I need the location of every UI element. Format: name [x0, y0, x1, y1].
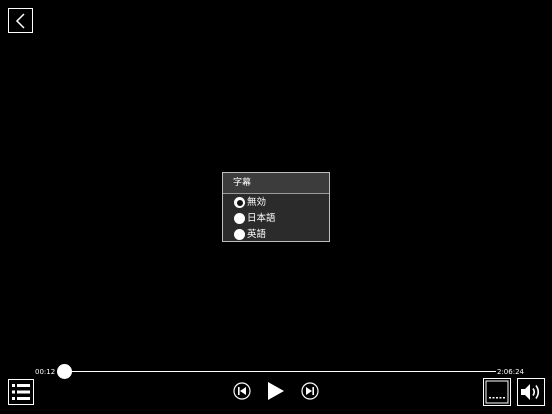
subtitle-option-english[interactable]: 英語: [223, 227, 329, 243]
skip-next-icon: [301, 382, 319, 400]
option-label: 日本語: [247, 213, 276, 224]
option-label: 英語: [247, 229, 267, 240]
subtitles-button[interactable]: [483, 378, 511, 406]
list-icon: [8, 379, 34, 405]
next-button[interactable]: [301, 382, 319, 400]
back-button[interactable]: [8, 8, 33, 33]
volume-icon: [517, 378, 545, 406]
chevron-left-icon: [15, 12, 25, 29]
option-label: 無効: [247, 197, 267, 208]
seek-bar[interactable]: [57, 364, 496, 379]
radio-button[interactable]: [234, 213, 245, 224]
seek-thumb[interactable]: [57, 364, 72, 379]
subtitle-options: 無効 日本語 英語: [223, 194, 329, 243]
time-elapsed: 00:12: [35, 368, 56, 376]
subtitle-option-disabled[interactable]: 無効: [223, 195, 329, 211]
volume-button[interactable]: [517, 378, 545, 406]
dialog-title: 字幕: [223, 173, 329, 194]
subtitles-icon: [483, 378, 511, 406]
time-total: 2:06:24: [497, 368, 524, 376]
play-icon: [268, 382, 284, 400]
skip-previous-icon: [233, 382, 251, 400]
previous-button[interactable]: [233, 382, 251, 400]
radio-button[interactable]: [234, 197, 245, 208]
subtitle-option-japanese[interactable]: 日本語: [223, 211, 329, 227]
radio-button[interactable]: [234, 229, 245, 240]
play-button[interactable]: [267, 381, 285, 401]
playlist-button[interactable]: [8, 379, 34, 405]
subtitle-dialog: 字幕 無効 日本語 英語: [222, 172, 330, 242]
